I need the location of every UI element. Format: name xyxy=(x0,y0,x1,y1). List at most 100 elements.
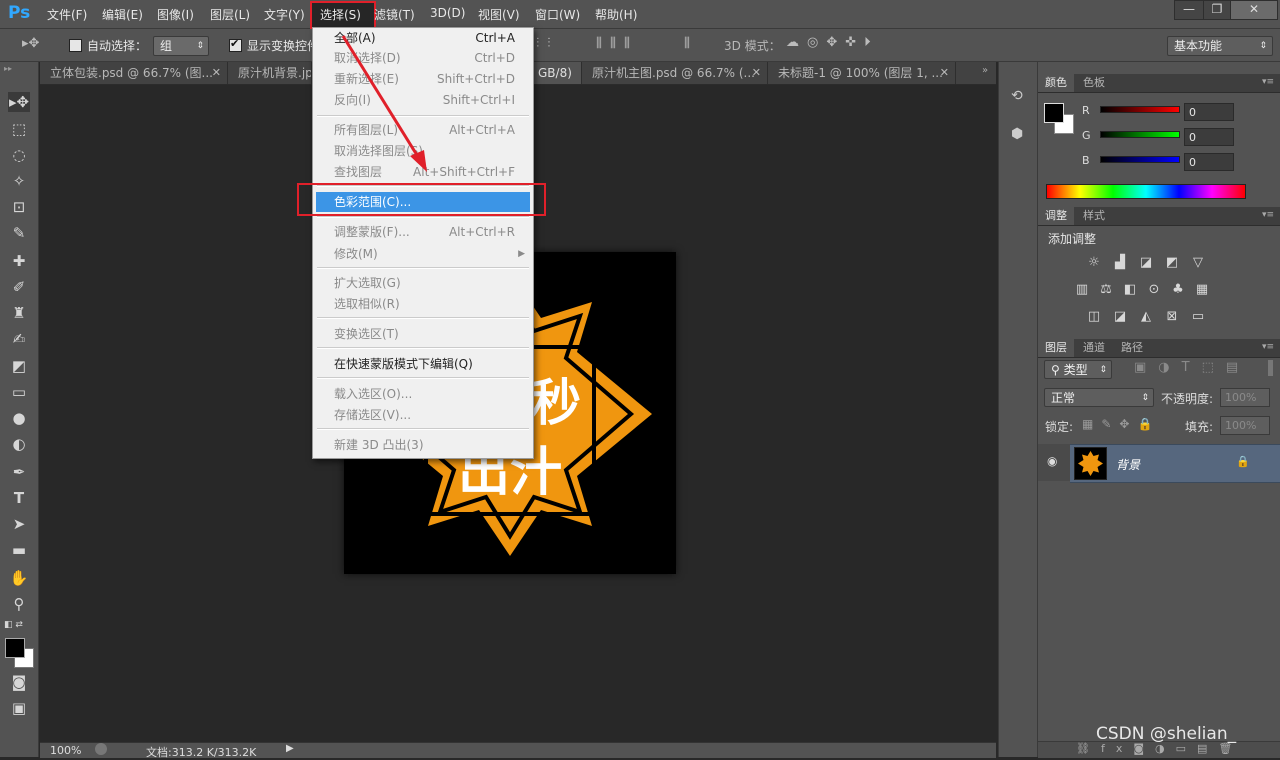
filter-toggle[interactable] xyxy=(1268,360,1273,376)
path-selection-tool-icon[interactable]: ➤ xyxy=(8,514,30,534)
menu-view[interactable]: 视图(V) xyxy=(478,6,520,23)
menu-item-reselect[interactable]: 重新选择(E) Shift+Ctrl+D xyxy=(313,69,533,89)
menu-item-deselect[interactable]: 取消选择(D) Ctrl+D xyxy=(313,48,533,68)
layer-filter-icons[interactable]: ▣◑T⬚▤ xyxy=(1134,360,1250,375)
menu-type[interactable]: 文字(Y) xyxy=(264,6,305,23)
brightness-icon[interactable]: ☼ xyxy=(1086,256,1102,270)
history-brush-tool-icon[interactable]: ✍ xyxy=(8,329,30,349)
menu-item-quick-mask-edit[interactable]: 在快速蒙版模式下编辑(Q) xyxy=(313,354,533,374)
blend-mode-dropdown[interactable]: 正常 ⇕ xyxy=(1044,388,1154,407)
foreground-color-swatch[interactable] xyxy=(5,638,25,658)
menu-item-transform-selection[interactable]: 变换选区(T) xyxy=(313,324,533,344)
status-icon[interactable] xyxy=(95,743,107,755)
collapse-arrows-icon[interactable]: ▸▸ xyxy=(4,64,12,73)
color-lookup-icon[interactable]: ▦ xyxy=(1194,283,1210,297)
quick-mask-icon[interactable]: ◙ xyxy=(8,672,30,692)
brush-tool-icon[interactable]: ✐ xyxy=(8,277,30,297)
menu-layer[interactable]: 图层(L) xyxy=(210,6,250,23)
panel-menu-icon[interactable]: ▾≡ xyxy=(1262,77,1274,87)
menu-item-find-layers[interactable]: 查找图层 Alt+Shift+Ctrl+F xyxy=(313,162,533,182)
auto-select-dropdown[interactable]: 组 ⇕ xyxy=(153,36,209,56)
menu-select[interactable]: 选择(S) xyxy=(320,6,361,23)
pen-tool-icon[interactable]: ✒ xyxy=(8,462,30,482)
menu-item-deselect-layers[interactable]: 取消选择图层(S) xyxy=(313,141,533,161)
menu-item-inverse[interactable]: 反向(I) Shift+Ctrl+I xyxy=(313,90,533,110)
opacity-field[interactable]: 100% xyxy=(1220,388,1270,407)
history-panel-icon[interactable]: ⟲ xyxy=(1011,88,1023,104)
tab-color[interactable]: 颜色 xyxy=(1038,74,1074,92)
crop-tool-icon[interactable]: ⊡ xyxy=(8,197,30,217)
gradient-tool-icon[interactable]: ▭ xyxy=(8,382,30,402)
menu-file[interactable]: 文件(F) xyxy=(47,6,87,23)
status-menu-arrow-icon[interactable]: ▶ xyxy=(286,743,294,754)
blue-value-field[interactable]: 0 xyxy=(1184,153,1234,171)
restore-button[interactable]: ❐ xyxy=(1203,0,1231,20)
eraser-tool-icon[interactable]: ◩ xyxy=(8,356,30,376)
menu-item-new-3d-extrusion[interactable]: 新建 3D 凸出(3) xyxy=(313,435,533,455)
tab-document-2[interactable]: 原汁机背景.jpg xyxy=(228,62,312,84)
hue-saturation-icon[interactable]: ▥ xyxy=(1074,283,1090,297)
tab-document-5[interactable]: 未标题-1 @ 100% (图层 1, ... ✕ xyxy=(768,62,956,84)
3d-mode-icons[interactable]: ☁◎✥✜⏵ xyxy=(786,35,879,50)
tab-paths[interactable]: 路径 xyxy=(1114,339,1150,357)
tab-document-4[interactable]: 原汁机主图.psd @ 66.7% (... ✕ xyxy=(582,62,768,84)
hand-tool-icon[interactable]: ✋ xyxy=(8,568,30,588)
align-icons[interactable]: ⫶⫶ xyxy=(536,36,559,51)
menu-filter[interactable]: 滤镜(T) xyxy=(374,6,415,23)
tab-swatches[interactable]: 色板 xyxy=(1076,74,1112,92)
tab-adjustments[interactable]: 调整 xyxy=(1038,207,1074,225)
menu-edit[interactable]: 编辑(E) xyxy=(102,6,143,23)
gradient-map-icon[interactable]: ▭ xyxy=(1190,310,1206,324)
menu-item-refine-mask[interactable]: 调整蒙版(F)... Alt+Ctrl+R xyxy=(313,222,533,242)
tab-document-1[interactable]: 立体包装.psd @ 66.7% (图... ✕ xyxy=(40,62,228,84)
auto-select-checkbox[interactable] xyxy=(69,39,82,52)
panel-menu-icon[interactable]: ▾≡ xyxy=(1262,210,1274,220)
close-tab-icon[interactable]: ✕ xyxy=(212,62,221,84)
healing-brush-tool-icon[interactable]: ✚ xyxy=(8,251,30,271)
move-tool-preset-icon[interactable]: ▸✥ xyxy=(22,36,39,51)
fill-field[interactable]: 100% xyxy=(1220,416,1270,435)
minimize-button[interactable]: — xyxy=(1174,0,1204,20)
clone-stamp-tool-icon[interactable]: ♜ xyxy=(8,303,30,323)
color-panel-foreground-swatch[interactable] xyxy=(1044,103,1064,123)
close-tab-icon[interactable]: ✕ xyxy=(752,62,761,84)
curves-icon[interactable]: ◪ xyxy=(1138,256,1154,270)
tab-document-active[interactable]: GB/8) xyxy=(528,62,582,84)
default-colors-icon[interactable]: ◧ ⇄ xyxy=(4,620,23,630)
screen-mode-icon[interactable]: ▣ xyxy=(8,698,30,718)
green-slider[interactable] xyxy=(1100,131,1180,138)
channel-mixer-icon[interactable]: ♣ xyxy=(1170,283,1186,297)
move-tool-icon[interactable]: ▸✥ xyxy=(8,92,30,112)
threshold-icon[interactable]: ◭ xyxy=(1138,310,1154,324)
selective-color-icon[interactable]: ⊠ xyxy=(1164,310,1180,324)
eyedropper-tool-icon[interactable]: ✎ xyxy=(8,223,30,243)
rectangle-tool-icon[interactable]: ▬ xyxy=(8,540,30,560)
menu-item-modify[interactable]: 修改(M) ▶ xyxy=(313,244,533,264)
close-tab-icon[interactable]: ✕ xyxy=(940,62,949,84)
close-window-button[interactable]: ✕ xyxy=(1230,0,1278,20)
blue-slider[interactable] xyxy=(1100,156,1180,163)
tab-styles[interactable]: 样式 xyxy=(1076,207,1112,225)
lock-icons[interactable]: ▦✎✥🔒 xyxy=(1082,417,1160,431)
distribute-icons[interactable]: ⫼⫼⫼ xyxy=(596,36,638,51)
tabs-overflow-icon[interactable]: » xyxy=(982,65,988,76)
auto-align-icon[interactable]: ⫼ xyxy=(684,36,690,51)
magic-wand-tool-icon[interactable]: ✧ xyxy=(8,171,30,191)
lasso-tool-icon[interactable]: ◌ xyxy=(8,145,30,165)
tab-channels[interactable]: 通道 xyxy=(1076,339,1112,357)
layer-row-background[interactable]: 背景 🔒 xyxy=(1070,444,1280,483)
show-transform-checkbox[interactable]: ✔ xyxy=(229,37,242,52)
menu-help[interactable]: 帮助(H) xyxy=(595,6,637,23)
photo-filter-icon[interactable]: ⊙ xyxy=(1146,283,1162,297)
menu-3d[interactable]: 3D(D) xyxy=(430,6,465,20)
type-tool-icon[interactable]: T xyxy=(8,488,30,508)
layer-filter-dropdown[interactable]: ⚲ 类型 ⇕ xyxy=(1044,360,1112,379)
tab-layers[interactable]: 图层 xyxy=(1038,339,1074,357)
menu-item-save-selection[interactable]: 存储选区(V)... xyxy=(313,405,533,425)
vibrance-icon[interactable]: ▽ xyxy=(1190,256,1206,270)
invert-icon[interactable]: ◫ xyxy=(1086,310,1102,324)
exposure-icon[interactable]: ◩ xyxy=(1164,256,1180,270)
dodge-tool-icon[interactable]: ◐ xyxy=(8,434,30,454)
menu-image[interactable]: 图像(I) xyxy=(157,6,194,23)
levels-icon[interactable]: ▟ xyxy=(1112,256,1128,270)
